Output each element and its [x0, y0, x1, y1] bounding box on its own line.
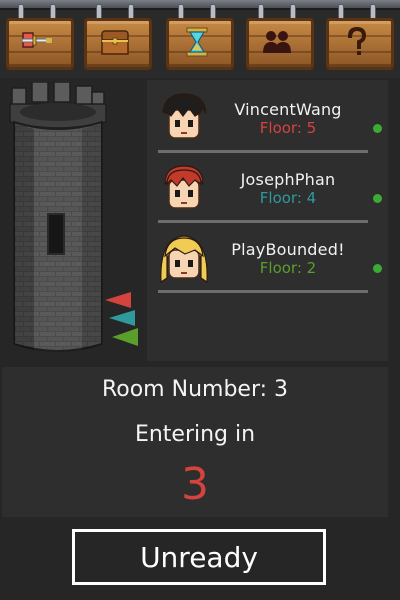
room-number: Room Number: 3	[101, 377, 289, 402]
unready-button[interactable]: Unready	[72, 529, 326, 585]
treasure-chest-icon	[101, 30, 129, 55]
floor-flag-teal	[109, 310, 135, 326]
tower-icon	[9, 82, 107, 352]
hourglass-icon	[186, 27, 208, 57]
player-floor: Floor: 5	[259, 119, 317, 137]
shop-sign-chest[interactable]	[82, 4, 152, 70]
player-name: VincentWang	[234, 100, 342, 119]
ready-indicator	[373, 124, 382, 133]
ready-indicator	[373, 194, 382, 203]
divider	[158, 290, 368, 293]
avatar	[164, 165, 204, 209]
shop-bar	[0, 0, 400, 78]
sword-icon	[21, 32, 53, 48]
countdown: 3	[181, 459, 209, 510]
entering-label: Entering in	[134, 422, 256, 447]
player-floor: Floor: 4	[259, 189, 317, 207]
tower-panel	[0, 78, 145, 360]
avatar	[162, 93, 207, 139]
player-name: JosephPhan	[240, 170, 336, 189]
list-item: PlayBounded! Floor: 2	[153, 226, 382, 293]
floor-flag-red	[105, 292, 131, 308]
avatar	[160, 235, 208, 284]
divider	[158, 220, 368, 223]
floor-flags	[105, 292, 138, 346]
list-item: JosephPhan Floor: 4	[153, 156, 382, 223]
ready-indicator	[373, 264, 382, 273]
divider	[158, 150, 368, 153]
shop-sign-weapons[interactable]	[4, 4, 74, 70]
player-floor: Floor: 2	[259, 259, 317, 277]
shop-sign-help[interactable]	[324, 4, 394, 70]
player-name: PlayBounded!	[231, 240, 345, 259]
question-mark-icon	[347, 26, 367, 55]
players-icon	[263, 31, 291, 53]
floor-flag-green	[112, 328, 138, 346]
room-panel: Room Number: 3 Entering in 3	[2, 367, 388, 517]
shop-sign-time[interactable]	[164, 4, 234, 70]
list-item: VincentWang Floor: 5	[153, 86, 382, 153]
shop-sign-players[interactable]	[244, 4, 314, 70]
player-list: VincentWang Floor: 5 JosephPhan Floor: 4…	[147, 80, 388, 361]
